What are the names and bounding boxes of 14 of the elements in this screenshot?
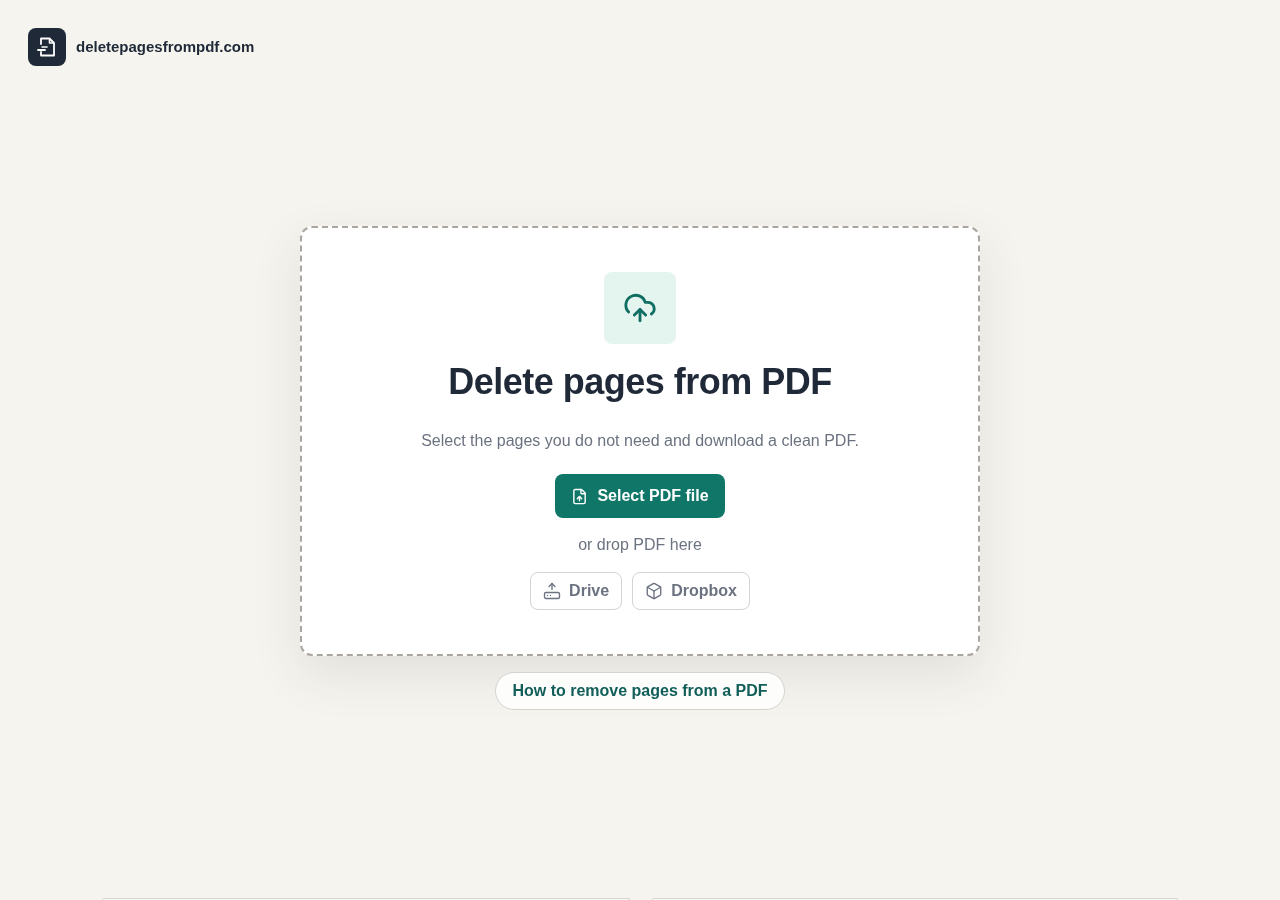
upload-drop-zone[interactable]: Delete pages from PDF Select the pages you do not need and download a clean PDF. Select PDF file or drop PDF here Drive Dropbox: [300, 226, 980, 656]
select-file-button[interactable]: Select PDF file: [555, 474, 725, 518]
cloud-source-button[interactable]: Drive: [530, 572, 623, 610]
site-name[interactable]: deletepagesfrompdf.com: [76, 35, 255, 59]
drop-hint: or drop PDF here: [578, 535, 702, 555]
page-title: Delete pages from PDF: [448, 362, 832, 402]
page-subtitle: Select the pages you do not need and download a clean PDF.: [421, 431, 859, 451]
logo-icon: [28, 28, 66, 66]
file-upload-icon: [571, 487, 589, 505]
guide-link[interactable]: How to remove pages from a PDF: [495, 672, 785, 710]
cube-icon: [645, 582, 664, 600]
cloud-source-button[interactable]: Dropbox: [632, 572, 750, 610]
upload-tray-icon: [543, 582, 562, 600]
cloud-upload-icon: [604, 272, 676, 344]
